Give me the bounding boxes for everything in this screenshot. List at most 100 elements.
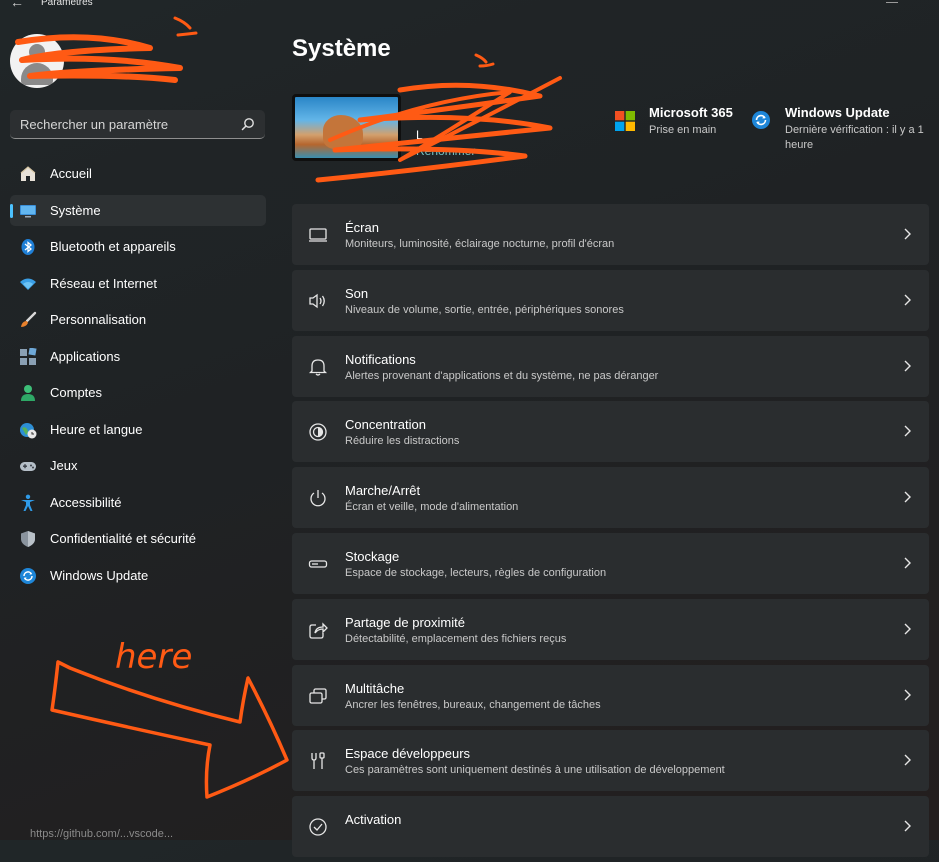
- avatar-body: [21, 63, 53, 85]
- search-icon: [241, 118, 254, 131]
- setting-title: Son: [345, 285, 369, 301]
- sidebar-item-windows-update[interactable]: Windows Update: [10, 560, 266, 591]
- accessibility-icon: [21, 494, 35, 511]
- setting-description: Ces paramètres sont uniquement destinés …: [345, 764, 725, 777]
- avatar[interactable]: [10, 34, 64, 88]
- chevron-right-icon: [904, 491, 911, 503]
- sidebar-nav: Accueil Système Bluetooth et appareils R…: [10, 158, 266, 596]
- brush-icon: [21, 311, 37, 327]
- setting-row-stockage[interactable]: Stockage Espace de stockage, lecteurs, r…: [292, 532, 929, 594]
- power-icon: [310, 490, 326, 507]
- sidebar-item-label: Jeux: [50, 458, 78, 473]
- setting-title: Multitâche: [345, 680, 405, 696]
- setting-row-son[interactable]: Son Niveaux de volume, sortie, entrée, p…: [292, 269, 929, 331]
- sidebar-item-label: Système: [50, 202, 101, 218]
- setting-row-espace-developpeurs[interactable]: Espace développeurs Ces paramètres sont …: [292, 730, 929, 792]
- sidebar-item-label: Bluetooth et appareils: [50, 239, 176, 254]
- chevron-right-icon: [904, 820, 911, 832]
- setting-title: Marche/Arrêt: [345, 483, 421, 499]
- sidebar-item-reseau[interactable]: Réseau et Internet: [10, 268, 266, 299]
- sidebar-item-label: Accessibilité: [50, 494, 122, 510]
- sidebar-item-systeme[interactable]: Système: [10, 194, 266, 226]
- microsoft-logo-icon: [615, 111, 635, 131]
- setting-description: Espace de stockage, lecteurs, règles de …: [345, 566, 607, 579]
- setting-title: Écran: [345, 220, 379, 235]
- tile-microsoft-365-title[interactable]: Microsoft 365: [649, 105, 733, 120]
- setting-title: Activation: [345, 812, 402, 828]
- sidebar-item-jeux[interactable]: Jeux: [10, 450, 266, 481]
- sidebar-item-personnalisation[interactable]: Personnalisation: [10, 304, 266, 335]
- back-arrow-icon[interactable]: ←: [10, 0, 24, 10]
- tile-windows-update-subtitle-line1: Dernière vérification : il y a 1: [785, 124, 924, 136]
- chevron-right-icon: [904, 360, 911, 372]
- chevron-right-icon: [904, 689, 911, 701]
- display-icon: [309, 228, 327, 242]
- sidebar-item-label: Réseau et Internet: [50, 275, 157, 291]
- person-icon: [21, 385, 35, 401]
- setting-title: Stockage: [345, 548, 400, 564]
- chevron-right-icon: [904, 294, 911, 306]
- multitask-icon: [309, 687, 327, 704]
- minimize-icon[interactable]: [886, 0, 898, 3]
- wallpaper-rock: [323, 115, 363, 149]
- device-name: L: [416, 128, 423, 142]
- chevron-right-icon: [904, 754, 911, 766]
- apps-icon: [20, 347, 37, 365]
- sidebar-item-accessibilite[interactable]: Accessibilité: [10, 487, 266, 518]
- sidebar-item-comptes[interactable]: Comptes: [10, 377, 266, 408]
- device-wallpaper-thumbnail: [292, 94, 401, 161]
- annotation-here-text: here: [115, 637, 192, 677]
- monitor-icon: [20, 204, 36, 217]
- setting-title: Notifications: [345, 351, 416, 367]
- focus-icon: [309, 423, 327, 442]
- sidebar-item-bluetooth[interactable]: Bluetooth et appareils: [10, 231, 266, 262]
- chevron-right-icon: [904, 425, 911, 437]
- setting-row-ecran[interactable]: Écran Moniteurs, luminosité, éclairage n…: [292, 204, 929, 265]
- search-input[interactable]: Rechercher un paramètre: [10, 110, 265, 139]
- sidebar-item-label: Heure et langue: [50, 421, 143, 437]
- sidebar-item-applications[interactable]: Applications: [10, 341, 266, 372]
- sidebar-item-heure-langue[interactable]: Heure et langue: [10, 414, 266, 445]
- setting-row-marche-arret[interactable]: Marche/Arrêt Écran et veille, mode d'ali…: [292, 467, 929, 529]
- setting-description: Alertes provenant d'applications et du s…: [345, 369, 659, 382]
- setting-row-activation[interactable]: Activation: [292, 796, 929, 858]
- setting-row-multitache[interactable]: Multitâche Ancrer les fenêtres, bureaux,…: [292, 664, 929, 726]
- setting-description: Détectabilité, emplacement des fichiers …: [345, 632, 567, 645]
- wifi-icon: [20, 278, 36, 290]
- activation-icon: [309, 818, 327, 836]
- chevron-right-icon: [904, 228, 911, 240]
- setting-description: Niveaux de volume, sortie, entrée, périp…: [345, 303, 624, 316]
- home-icon: [20, 166, 36, 181]
- tile-windows-update-subtitle-line2: heure: [785, 139, 814, 151]
- rename-link[interactable]: Renommer: [416, 144, 475, 158]
- search-placeholder: Rechercher un paramètre: [20, 117, 169, 132]
- sidebar-item-confidentialite[interactable]: Confidentialité et sécurité: [10, 523, 266, 554]
- setting-title: Espace développeurs: [345, 746, 471, 762]
- setting-row-partage-proximite[interactable]: Partage de proximité Détectabilité, empl…: [292, 598, 929, 660]
- setting-description: Ancrer les fenêtres, bureaux, changement…: [345, 698, 601, 711]
- update-icon: [20, 567, 36, 584]
- developer-tools-icon: [311, 752, 325, 770]
- maximize-icon[interactable]: [912, 0, 924, 2]
- bell-icon: [308, 358, 328, 376]
- setting-description: Moniteurs, luminosité, éclairage nocturn…: [345, 238, 615, 250]
- share-icon: [309, 622, 328, 639]
- storage-icon: [308, 560, 328, 568]
- shield-icon: [21, 531, 35, 547]
- avatar-head: [29, 44, 45, 60]
- gamepad-icon: [20, 462, 36, 471]
- setting-row-concentration[interactable]: Concentration Réduire les distractions: [292, 401, 929, 463]
- settings-list: Écran Moniteurs, luminosité, éclairage n…: [292, 204, 929, 862]
- title-bar: ← Paramètres: [0, 0, 939, 12]
- setting-description: Réduire les distractions: [345, 435, 460, 448]
- sidebar-item-label: Windows Update: [50, 567, 149, 583]
- setting-row-notifications[interactable]: Notifications Alertes provenant d'applic…: [292, 335, 929, 397]
- setting-description: Écran et veille, mode d'alimentation: [345, 501, 519, 514]
- tile-windows-update-title[interactable]: Windows Update: [785, 105, 890, 120]
- update-icon: [752, 111, 770, 129]
- sidebar-item-label: Personnalisation: [50, 312, 147, 327]
- chevron-right-icon: [904, 623, 911, 635]
- bottom-overlay-text: https://github.com/...vscode...: [30, 828, 174, 840]
- sidebar-item-accueil[interactable]: Accueil: [10, 158, 266, 189]
- sidebar-item-label: Accueil: [50, 166, 92, 181]
